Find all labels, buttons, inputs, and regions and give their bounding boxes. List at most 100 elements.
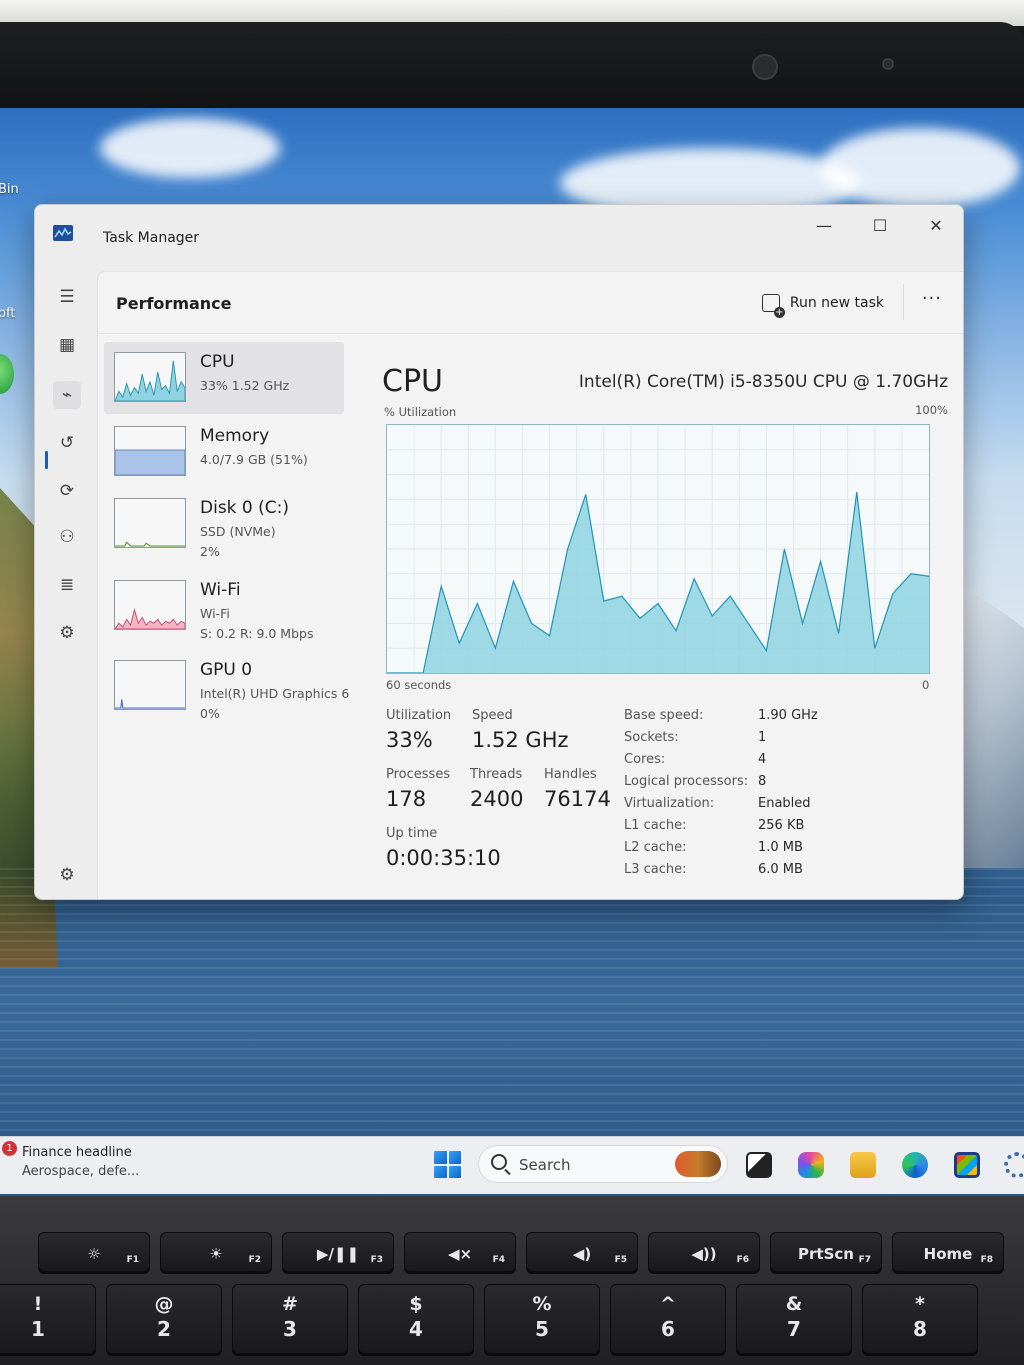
resource-detail-secondary: 2% bbox=[200, 544, 220, 559]
settings-gear-icon[interactable]: ⚙ bbox=[53, 861, 81, 889]
fn-key-label: F8 bbox=[980, 1255, 993, 1265]
taskbar-search-box[interactable]: Search bbox=[478, 1145, 728, 1183]
spec-value: 1.90 GHz bbox=[758, 708, 818, 723]
spec-label: L2 cache: bbox=[624, 840, 687, 855]
run-new-task-label: Run new task bbox=[789, 295, 884, 311]
key-digit: 1 bbox=[31, 1317, 45, 1341]
processes-icon[interactable]: ▦ bbox=[53, 331, 81, 359]
number-key-8[interactable]: * 8 bbox=[862, 1284, 978, 1354]
key-digit: 8 bbox=[913, 1317, 927, 1341]
widgets-news-subtitle[interactable]: Aerospace, defe... bbox=[22, 1164, 139, 1179]
resource-detail-secondary: S: 0.2 R: 9.0 Mbps bbox=[200, 626, 314, 641]
camera-sensor bbox=[882, 58, 894, 70]
uptime-label: Up time bbox=[386, 826, 438, 841]
function-key-f8[interactable]: Home F8 bbox=[892, 1232, 1004, 1272]
notification-badge: 1 bbox=[2, 1141, 17, 1156]
resource-name: CPU bbox=[200, 352, 235, 372]
cloud bbox=[820, 128, 1020, 208]
resource-detail: SSD (NVMe) bbox=[200, 524, 276, 539]
title-bar[interactable]: Task Manager — ☐ ✕ bbox=[35, 205, 963, 265]
details-icon[interactable]: ≣ bbox=[53, 571, 81, 599]
handles-value: 76174 bbox=[544, 787, 611, 811]
number-key-1[interactable]: ! 1 bbox=[0, 1284, 96, 1354]
function-key-f2[interactable]: ☀ F2 bbox=[160, 1232, 272, 1272]
function-key-f3[interactable]: ▶/❚❚ F3 bbox=[282, 1232, 394, 1272]
resource-disk[interactable]: Disk 0 (C:) SSD (NVMe) 2% bbox=[104, 488, 344, 560]
fn-key-label: F4 bbox=[492, 1255, 505, 1265]
resource-thumbnail-graph bbox=[114, 426, 186, 476]
search-icon bbox=[491, 1154, 507, 1170]
run-task-icon bbox=[761, 294, 785, 318]
task-view-icon[interactable] bbox=[746, 1152, 772, 1178]
start-button[interactable] bbox=[434, 1151, 461, 1178]
y-axis-label: % Utilization bbox=[384, 405, 457, 419]
more-options-button[interactable]: ··· bbox=[922, 288, 942, 309]
task-manager-window: Task Manager — ☐ ✕ ☰ ▦ ⌁ ↺ ⟳ ⚇ ≣ ⚙ ⚙ Performance… bbox=[34, 204, 964, 900]
users-icon[interactable]: ⚇ bbox=[53, 523, 81, 551]
detail-title: CPU bbox=[382, 364, 443, 399]
active-nav-indicator bbox=[45, 451, 48, 469]
key-shift-symbol: # bbox=[282, 1293, 298, 1315]
maximize-button[interactable]: ☐ bbox=[863, 215, 897, 239]
function-key-f1[interactable]: ☼ F1 bbox=[38, 1232, 150, 1272]
minimize-button[interactable]: — bbox=[807, 215, 841, 239]
windows-logo-tile bbox=[448, 1151, 461, 1164]
microsoft-store-icon[interactable] bbox=[954, 1152, 980, 1178]
app-history-icon[interactable]: ↺ bbox=[53, 429, 81, 457]
resource-thumbnail-graph bbox=[114, 352, 186, 402]
number-key-7[interactable]: & 7 bbox=[736, 1284, 852, 1354]
function-key-f7[interactable]: PrtScn F7 bbox=[770, 1232, 882, 1272]
desktop-app-label[interactable]: oft bbox=[0, 306, 15, 321]
x-axis-left-label: 60 seconds bbox=[386, 678, 452, 692]
hamburger-menu-icon[interactable]: ☰ bbox=[53, 283, 81, 311]
resource-memory[interactable]: Memory 4.0/7.9 GB (51%) bbox=[104, 416, 344, 488]
close-button[interactable]: ✕ bbox=[919, 215, 953, 239]
window-title: Task Manager bbox=[103, 230, 200, 246]
spec-value: 8 bbox=[758, 774, 767, 789]
cpu-model: Intel(R) Core(TM) i5-8350U CPU @ 1.70GHz bbox=[578, 372, 948, 392]
fn-key-label: F1 bbox=[126, 1255, 139, 1265]
settings-icon[interactable] bbox=[1004, 1152, 1024, 1178]
desktop-screen: Bin oft Task Manager — ☐ ✕ ☰ ▦ ⌁ ↺ ⟳ ⚇ ≣ ⚙ ⚙ Per… bbox=[0, 108, 1024, 1198]
cpu-utilization-chart bbox=[387, 425, 929, 673]
microsoft-365-icon[interactable] bbox=[798, 1152, 824, 1178]
number-key-3[interactable]: #3 bbox=[232, 1284, 348, 1354]
spec-value: 4 bbox=[758, 752, 767, 767]
resource-cpu[interactable]: CPU 33% 1.52 GHz bbox=[104, 342, 344, 414]
key-shift-symbol: * bbox=[915, 1293, 925, 1315]
processes-value: 178 bbox=[386, 787, 427, 811]
resource-name: GPU 0 bbox=[200, 660, 253, 680]
edge-browser-icon[interactable] bbox=[902, 1152, 928, 1178]
utilization-label: Utilization bbox=[386, 708, 452, 723]
function-key-f5[interactable]: ◀) F5 bbox=[526, 1232, 638, 1272]
number-key-6[interactable]: ^ 6 bbox=[610, 1284, 726, 1354]
spec-label: L1 cache: bbox=[624, 818, 687, 833]
number-key-5[interactable]: % 5 bbox=[484, 1284, 600, 1354]
services-icon[interactable]: ⚙ bbox=[53, 619, 81, 647]
startup-apps-icon[interactable]: ⟳ bbox=[53, 477, 81, 505]
performance-page: Performance Run new task ··· CPU 33% 1.52… bbox=[97, 271, 963, 899]
run-new-task-button[interactable]: Run new task bbox=[761, 290, 884, 318]
spec-value: 1 bbox=[758, 730, 767, 745]
resource-gpu[interactable]: GPU 0 Intel(R) UHD Graphics 6 0% bbox=[104, 650, 349, 722]
screen-bezel bbox=[0, 22, 1024, 114]
windows-logo-tile bbox=[434, 1165, 447, 1178]
file-explorer-icon[interactable] bbox=[850, 1152, 876, 1178]
function-key-f4[interactable]: ◀× F4 bbox=[404, 1232, 516, 1272]
key-shift-symbol: & bbox=[785, 1293, 803, 1315]
performance-icon[interactable]: ⌁ bbox=[53, 381, 81, 409]
desktop-app-icon[interactable] bbox=[0, 354, 14, 394]
key-digit: 3 bbox=[283, 1317, 297, 1341]
resource-name: Memory bbox=[200, 426, 270, 446]
widgets-news-title[interactable]: Finance headline bbox=[22, 1145, 132, 1160]
function-key-f6[interactable]: ◀)) F6 bbox=[648, 1232, 760, 1272]
number-key-2[interactable]: @2 bbox=[106, 1284, 222, 1354]
taskbar: 1 Finance headline Aerospace, defe... Se… bbox=[0, 1136, 1024, 1194]
number-key-4[interactable]: $4 bbox=[358, 1284, 474, 1354]
keyboard: ☼ F1 ☀ F2 ▶/❚❚ F3 ◀× F4 ◀) F5 ◀)) F6 PrtScn F7 Home F8 … bbox=[0, 1196, 1024, 1365]
recycle-bin-label[interactable]: Bin bbox=[0, 182, 19, 197]
key-digit: 5 bbox=[535, 1317, 549, 1341]
search-highlight-icon bbox=[675, 1151, 721, 1177]
key-shift-symbol: ! bbox=[33, 1293, 43, 1315]
resource-wifi[interactable]: Wi-Fi Wi-Fi S: 0.2 R: 9.0 Mbps bbox=[104, 570, 344, 642]
